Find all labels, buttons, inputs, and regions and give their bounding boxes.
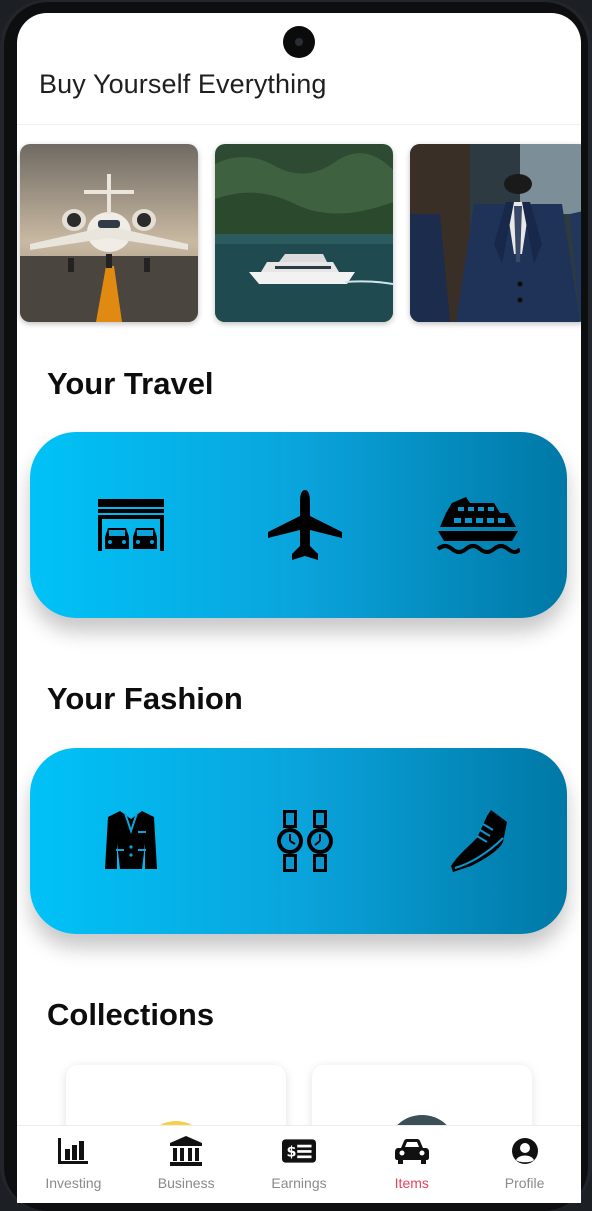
nav-label-profile: Profile <box>504 1175 545 1191</box>
image-carousel[interactable] <box>17 144 581 324</box>
nav-label-earnings: Earnings <box>271 1175 327 1191</box>
car-icon <box>394 1136 429 1166</box>
nav-item-business[interactable]: Business <box>130 1126 243 1203</box>
fashion-panel <box>30 748 567 934</box>
blazer-icon[interactable] <box>71 748 191 934</box>
cruise-ship-icon[interactable] <box>418 432 538 618</box>
svg-text:$: $ <box>286 1144 296 1160</box>
yacht-photo <box>215 144 393 322</box>
nav-label-items: Items <box>394 1175 429 1191</box>
app-screen: Buy Yourself Everything Your Travel Your… <box>17 13 581 1203</box>
travel-section-title: Your Travel <box>47 366 214 401</box>
travel-panel <box>30 432 567 618</box>
shoe-icon[interactable] <box>418 748 538 934</box>
nav-item-profile[interactable]: Profile <box>468 1126 581 1203</box>
user-circle-icon <box>508 1136 542 1166</box>
suit-mannequin-photo <box>410 144 581 322</box>
garage-cars-icon[interactable] <box>71 432 191 618</box>
carousel-card-yacht[interactable] <box>215 144 393 322</box>
airplane-icon[interactable] <box>245 432 365 618</box>
nav-label-investing: Investing <box>45 1175 102 1191</box>
carousel-card-jet[interactable] <box>20 144 198 322</box>
carousel-card-suits[interactable] <box>410 144 581 322</box>
nav-item-investing[interactable]: Investing <box>17 1126 130 1203</box>
watches-icon[interactable] <box>245 748 365 934</box>
bank-icon <box>169 1136 203 1166</box>
app-title: Buy Yourself Everything <box>39 69 327 99</box>
bar-chart-icon <box>56 1136 90 1166</box>
money-bill-icon: $ <box>281 1136 316 1166</box>
nav-item-earnings[interactable]: $ Earnings <box>243 1126 356 1203</box>
front-camera <box>283 26 315 58</box>
fashion-section-title: Your Fashion <box>47 681 243 716</box>
collections-section-title: Collections <box>47 997 215 1032</box>
private-jet-photo <box>20 144 198 322</box>
bottom-nav: Investing Business $ Earnings Items Prof… <box>17 1125 581 1203</box>
nav-label-business: Business <box>157 1175 215 1191</box>
nav-item-items[interactable]: Items <box>355 1126 468 1203</box>
